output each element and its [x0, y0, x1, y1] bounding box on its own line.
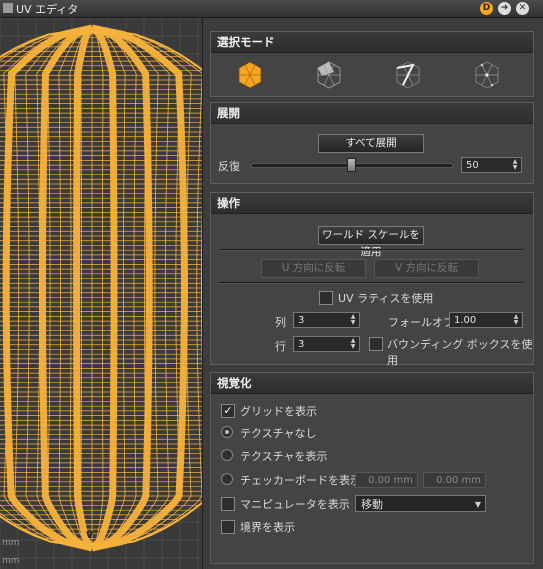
no-texture-radio[interactable] [221, 426, 233, 438]
v-axis-label: V [86, 531, 93, 541]
uv-viewport[interactable]: V mm mm [0, 18, 202, 569]
spin-arrows-icon[interactable]: ▲ ▼ [512, 314, 520, 326]
bounding-box-label: バウンディング ボックスを使用 [387, 338, 533, 367]
face-mode-icon[interactable] [312, 59, 346, 93]
iterations-label: 反復 [218, 160, 240, 173]
apply-world-scale-button[interactable]: ワールド スケールを適用 [318, 226, 424, 258]
bounding-box-checkbox[interactable] [369, 337, 383, 351]
falloff-label: フォールオフ [388, 316, 454, 329]
iterations-spinbox[interactable]: 50 ▲ ▼ [461, 157, 522, 173]
section-header: 選択モード [211, 32, 533, 53]
uv-lattice-label: UV ラティスを使用 [338, 292, 434, 305]
rows-spinbox[interactable]: 3 ▲ ▼ [293, 336, 360, 352]
flip-u-button[interactable]: U 方向に反転 [261, 259, 366, 278]
dock-button[interactable]: D [480, 2, 493, 15]
section-header: 展開 [211, 103, 533, 124]
columns-spinbox[interactable]: 3 ▲ ▼ [293, 312, 360, 328]
show-border-checkbox[interactable] [221, 520, 235, 534]
arrow-icon[interactable]: ➜ [498, 2, 511, 15]
falloff-value: 1.00 [454, 315, 477, 326]
manipulator-checkbox[interactable] [221, 497, 235, 511]
unit-label: mm [2, 556, 20, 566]
show-grid-checkbox[interactable]: ✓ [221, 404, 235, 418]
close-icon[interactable]: ✕ [516, 2, 529, 15]
vertex-mode-icon[interactable] [470, 59, 504, 93]
manipulator-mode-value: 移動 [361, 498, 383, 511]
show-texture-label: テクスチャを表示 [240, 450, 328, 463]
section-header: 操作 [211, 193, 533, 214]
rows-label: 行 [275, 340, 286, 353]
slider-handle[interactable] [347, 158, 356, 172]
rows-value: 3 [298, 339, 305, 350]
chevron-down-icon: ▼ [474, 500, 481, 509]
checker-v-field[interactable]: 0.00 mm [423, 472, 486, 488]
columns-label: 列 [275, 316, 286, 329]
uv-mesh [0, 18, 202, 569]
iterations-value: 50 [466, 160, 479, 171]
uv-shell-mode-icon[interactable] [233, 59, 267, 93]
unit-label: mm [2, 538, 20, 548]
select-mode-section: 選択モード [210, 31, 534, 97]
divider [219, 249, 523, 251]
unfold-section: 展開 すべて展開 反復 50 ▲ ▼ [210, 102, 534, 184]
manipulator-mode-dropdown[interactable]: 移動 ▼ [355, 495, 486, 512]
checker-u-field[interactable]: 0.00 mm [355, 472, 418, 488]
falloff-spinbox[interactable]: 1.00 ▲ ▼ [449, 312, 523, 328]
section-header: 視覚化 [211, 373, 533, 394]
operation-section: 操作 ワールド スケールを適用 U 方向に反転 V 方向に反転 UV ラティスを… [210, 192, 534, 367]
app-icon [3, 3, 13, 13]
spin-arrows-icon[interactable]: ▲ ▼ [349, 314, 357, 326]
show-border-label: 境界を表示 [240, 521, 295, 534]
manipulator-label: マニピュレータを表示 [240, 498, 350, 511]
flip-v-button[interactable]: V 方向に反転 [374, 259, 479, 278]
uv-lattice-checkbox[interactable] [319, 291, 333, 305]
window-title: UV エディタ [16, 3, 79, 16]
title-bar: UV エディタ D ➜ ✕ [0, 0, 543, 18]
show-texture-radio[interactable] [221, 449, 233, 461]
spin-arrows-icon[interactable]: ▲ ▼ [511, 159, 519, 171]
unfold-all-button[interactable]: すべて展開 [318, 134, 424, 153]
edge-mode-icon[interactable] [391, 59, 425, 93]
show-grid-label: グリッドを表示 [240, 405, 317, 418]
spin-arrows-icon[interactable]: ▲ ▼ [349, 338, 357, 350]
checkerboard-label: チェッカーボードを表示 [240, 474, 361, 487]
checkerboard-radio[interactable] [221, 473, 233, 485]
columns-value: 3 [298, 315, 305, 326]
divider [219, 282, 523, 284]
tool-panel: 選択モード 展開 すべて展開 反復 50 ▲ ▼ 操作 ワールド スケールを適用… [202, 18, 543, 569]
no-texture-label: テクスチャなし [240, 427, 317, 440]
visualize-section: 視覚化 ✓ グリッドを表示 テクスチャなし テクスチャを表示 チェッカーボードを… [210, 372, 534, 564]
